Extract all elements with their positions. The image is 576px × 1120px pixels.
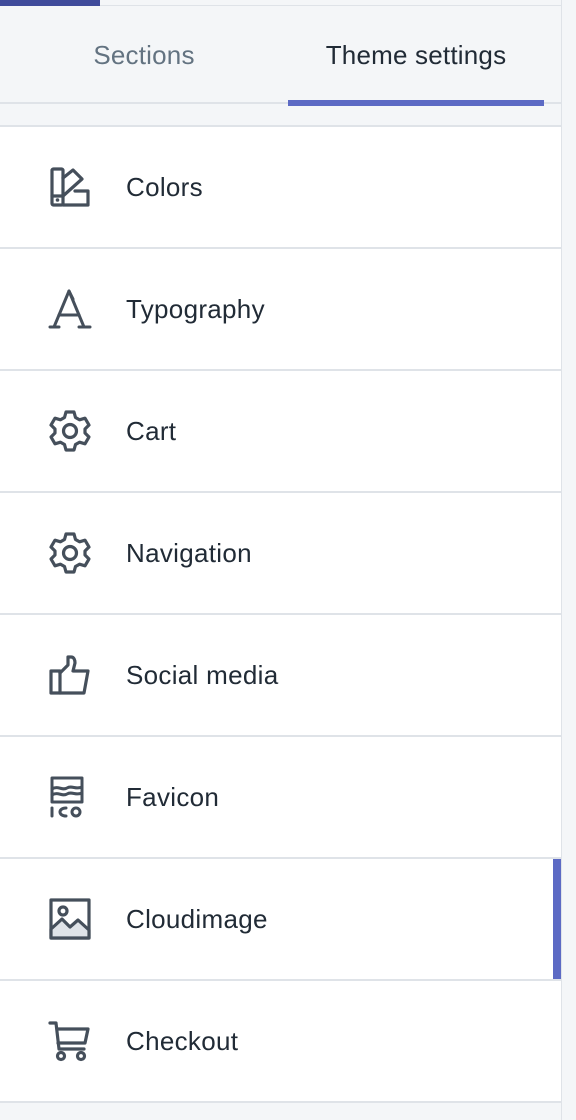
settings-item-label: Cloudimage — [126, 903, 268, 934]
settings-item-social-media[interactable]: Social media — [0, 615, 561, 737]
settings-item-label: Favicon — [126, 781, 220, 812]
tab-sections-label: Sections — [93, 39, 195, 70]
settings-item-label: Cart — [126, 415, 177, 446]
favicon-icon — [48, 775, 92, 819]
active-tab-indicator — [288, 100, 544, 106]
settings-item-label: Checkout — [126, 1025, 239, 1056]
settings-item-label: Navigation — [126, 537, 252, 568]
settings-item-typography[interactable]: Typography — [0, 249, 561, 371]
settings-item-navigation[interactable]: Navigation — [0, 493, 561, 615]
settings-item-cart[interactable]: Cart — [0, 371, 561, 493]
settings-item-checkout[interactable]: Checkout — [0, 981, 561, 1103]
settings-item-cloudimage[interactable]: Cloudimage — [0, 859, 561, 981]
active-item-indicator — [553, 859, 561, 979]
theme-settings-list: Colors Typography Cart Navigation Social… — [0, 125, 561, 1103]
palette-icon — [48, 165, 92, 209]
thumbs-up-icon — [48, 653, 92, 697]
settings-item-colors[interactable]: Colors — [0, 127, 561, 249]
cart-icon — [48, 1019, 92, 1063]
gear-icon — [48, 409, 92, 453]
settings-item-favicon[interactable]: Favicon — [0, 737, 561, 859]
typography-icon — [48, 287, 92, 331]
settings-item-label: Typography — [126, 293, 265, 324]
gear-icon — [48, 531, 92, 575]
tab-theme-settings-label: Theme settings — [325, 39, 507, 70]
tab-theme-settings[interactable]: Theme settings — [288, 6, 544, 106]
image-icon — [48, 897, 92, 941]
scrollbar[interactable] — [561, 0, 576, 1120]
tab-sections[interactable]: Sections — [0, 6, 288, 104]
settings-tabs: Sections Theme settings — [0, 6, 561, 106]
settings-item-label: Colors — [126, 171, 203, 202]
settings-item-label: Social media — [126, 659, 279, 690]
